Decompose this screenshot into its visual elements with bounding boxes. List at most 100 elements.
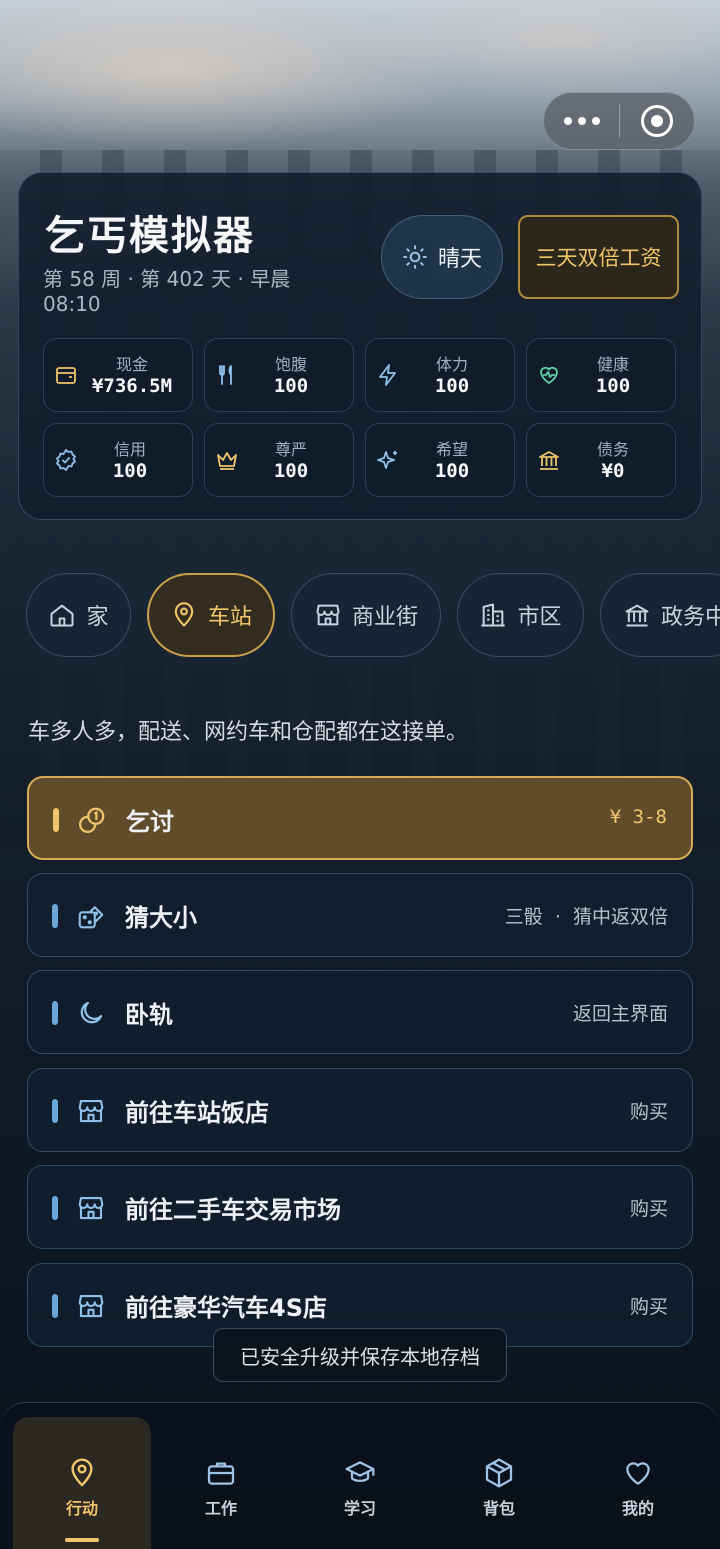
location-tabs: 家 车站 商业街 市区 政务中 bbox=[26, 573, 720, 657]
heart-pulse-icon bbox=[540, 366, 558, 384]
action-name: 前往二手车交易市场 bbox=[125, 1196, 341, 1224]
dice-icon bbox=[78, 906, 104, 929]
coins-icon bbox=[79, 807, 105, 833]
stat-label: 债务 bbox=[596, 440, 629, 459]
action-guess-size[interactable]: 猜大小 三骰 · 猜中返双倍 bbox=[27, 873, 693, 957]
accent-bar bbox=[52, 1099, 58, 1123]
location-label: 家 bbox=[86, 605, 109, 630]
bank-icon bbox=[539, 451, 559, 470]
miniprogram-capsule bbox=[543, 92, 695, 150]
heart-icon bbox=[626, 1462, 650, 1485]
action-lie-on-tracks[interactable]: 卧轨 返回主界面 bbox=[27, 970, 693, 1054]
map-pin-icon bbox=[174, 602, 194, 627]
location-tab-station[interactable]: 车站 bbox=[147, 573, 275, 657]
active-indicator bbox=[65, 1538, 99, 1542]
action-name: 乞讨 bbox=[126, 808, 174, 836]
nav-work[interactable]: 工作 bbox=[152, 1417, 290, 1549]
stat-value: 100 bbox=[434, 460, 470, 482]
weather-badge[interactable]: 晴天 bbox=[381, 215, 503, 299]
action-meta: ¥ 3-8 bbox=[609, 806, 667, 828]
action-meta: 返回主界面 bbox=[572, 1003, 668, 1025]
action-beg[interactable]: 乞讨 ¥ 3-8 bbox=[27, 776, 693, 860]
action-station-restaurant[interactable]: 前往车站饭店 购买 bbox=[27, 1068, 693, 1152]
stat-label: 健康 bbox=[596, 355, 629, 374]
lightning-icon bbox=[379, 364, 396, 386]
badge-check-icon bbox=[56, 449, 76, 471]
crown-icon bbox=[217, 452, 237, 470]
accent-bar bbox=[52, 1001, 58, 1025]
buildings-icon bbox=[481, 603, 506, 627]
store-icon bbox=[78, 1294, 104, 1318]
stat-label: 体力 bbox=[435, 355, 468, 374]
stat-cash: 现金 ¥736.5M bbox=[43, 338, 193, 412]
location-tab-downtown[interactable]: 市区 bbox=[457, 573, 584, 657]
stat-value: ¥0 bbox=[601, 460, 625, 482]
action-name: 前往豪华汽车4S店 bbox=[125, 1294, 327, 1322]
game-title: 乞丐模拟器 bbox=[45, 212, 255, 259]
stat-value: 100 bbox=[434, 375, 470, 397]
stat-label: 现金 bbox=[115, 355, 148, 374]
save-toast: 已安全升级并保存本地存档 bbox=[213, 1328, 507, 1382]
stat-value: 100 bbox=[112, 460, 148, 482]
nav-profile[interactable]: 我的 bbox=[569, 1417, 707, 1549]
close-miniprogram-icon[interactable] bbox=[620, 105, 694, 137]
accent-bar bbox=[52, 904, 58, 928]
location-tab-government[interactable]: 政务中 bbox=[600, 573, 720, 657]
bottom-nav: 行动 工作 学习 背包 我的 bbox=[0, 1402, 720, 1549]
utensils-icon bbox=[219, 365, 232, 385]
location-tab-commercial-street[interactable]: 商业街 bbox=[291, 573, 441, 657]
action-meta: 购买 bbox=[629, 1296, 668, 1318]
stat-value: ¥736.5M bbox=[91, 375, 173, 397]
nav-action[interactable]: 行动 bbox=[13, 1417, 151, 1549]
action-meta: 购买 bbox=[629, 1101, 668, 1123]
stat-label: 希望 bbox=[435, 440, 468, 459]
stat-debt: 债务 ¥0 bbox=[526, 423, 676, 497]
map-pin-icon bbox=[71, 1458, 93, 1487]
location-description: 车多人多，配送、网约车和仓配都在这接单。 bbox=[28, 720, 469, 745]
moon-icon bbox=[80, 1001, 103, 1024]
stat-stamina: 体力 100 bbox=[365, 338, 515, 412]
stat-label: 饱腹 bbox=[274, 355, 307, 374]
stat-label: 尊严 bbox=[274, 440, 307, 459]
action-used-car-market[interactable]: 前往二手车交易市场 购买 bbox=[27, 1165, 693, 1249]
nav-backpack[interactable]: 背包 bbox=[430, 1417, 568, 1549]
store-icon bbox=[78, 1196, 104, 1220]
nav-label: 背包 bbox=[482, 1499, 515, 1518]
stat-value: 100 bbox=[273, 375, 309, 397]
stat-dignity: 尊严 100 bbox=[204, 423, 354, 497]
action-meta: 三骰 · 猜中返双倍 bbox=[504, 906, 668, 928]
location-label: 市区 bbox=[517, 605, 562, 630]
location-tab-home[interactable]: 家 bbox=[26, 573, 131, 657]
date-time-text: 第 58 周 · 第 402 天 · 早晨 08:10 bbox=[43, 267, 291, 316]
home-icon bbox=[50, 604, 74, 627]
location-label: 政务中 bbox=[661, 605, 720, 630]
store-icon bbox=[78, 1099, 104, 1123]
wallet-icon bbox=[56, 367, 76, 384]
accent-bar bbox=[52, 1196, 58, 1220]
bonus-badge[interactable]: 三天双倍工资 bbox=[518, 215, 679, 299]
stats-grid: 现金 ¥736.5M 饱腹 100 体力 100 健康 100 信用 100 尊… bbox=[43, 338, 676, 497]
stat-health: 健康 100 bbox=[526, 338, 676, 412]
stat-value: 100 bbox=[595, 375, 631, 397]
nav-label: 我的 bbox=[621, 1499, 654, 1518]
status-card: 乞丐模拟器 第 58 周 · 第 402 天 · 早晨 08:10 晴天 三天双… bbox=[18, 172, 702, 520]
action-name: 猜大小 bbox=[125, 904, 197, 932]
location-label: 车站 bbox=[207, 605, 252, 630]
stat-value: 100 bbox=[273, 460, 309, 482]
action-name: 卧轨 bbox=[125, 1001, 173, 1029]
nav-label: 行动 bbox=[65, 1499, 98, 1518]
location-label: 商业街 bbox=[351, 605, 418, 630]
bank-icon bbox=[625, 604, 649, 627]
action-name: 前往车站饭店 bbox=[125, 1099, 269, 1127]
graduation-cap-icon bbox=[345, 1461, 375, 1482]
more-options-icon[interactable] bbox=[544, 117, 619, 125]
action-meta: 购买 bbox=[629, 1198, 668, 1220]
briefcase-icon bbox=[207, 1462, 235, 1485]
stat-credit: 信用 100 bbox=[43, 423, 193, 497]
stat-label: 信用 bbox=[113, 440, 146, 459]
nav-label: 学习 bbox=[343, 1499, 376, 1518]
nav-study[interactable]: 学习 bbox=[291, 1417, 429, 1549]
package-icon bbox=[485, 1458, 513, 1488]
nav-label: 工作 bbox=[204, 1499, 237, 1518]
store-icon bbox=[316, 604, 340, 626]
